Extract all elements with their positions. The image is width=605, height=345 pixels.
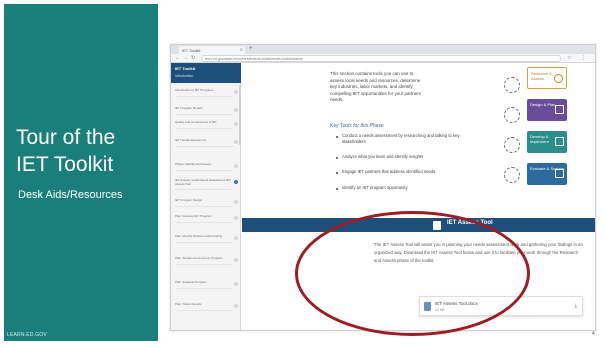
- bullet-item: Conduct a needs assessment by researchin…: [342, 133, 460, 144]
- status-dot-icon: [234, 108, 238, 112]
- flow-connector-icon: [504, 167, 520, 183]
- sidebar-item-active[interactable]: IET Assess: Local Needs Assessment IET A…: [175, 178, 238, 191]
- bullet-item: Engage IET partners that address identif…: [342, 169, 436, 174]
- flow-step-develop[interactable]: Develop & Implement: [527, 131, 567, 153]
- sidebar-item[interactable]: Plan: Share Results: [175, 302, 238, 311]
- back-icon[interactable]: ←: [175, 55, 180, 62]
- status-dot-icon: [234, 216, 238, 220]
- status-dot-icon: [234, 304, 238, 308]
- url-field[interactable]: lincs.ed.gov/state-resources/federal-ini…: [201, 55, 561, 62]
- browser-tab[interactable]: IET Toolkit ✕: [179, 46, 245, 54]
- slide-number: 4: [592, 331, 595, 337]
- sidebar-item[interactable]: IET Needs Assessment: [175, 138, 238, 147]
- sidebar-subtitle[interactable]: Introduction: [175, 74, 193, 78]
- toolkit-sidebar: IET Toolkit Introduction Introduction to…: [171, 63, 241, 330]
- sidebar-item[interactable]: IET Program Models: [175, 106, 238, 115]
- status-dot-icon: [234, 164, 238, 168]
- flow-step-design[interactable]: Design & Plan: [527, 99, 567, 121]
- sidebar-scrollbar[interactable]: [239, 85, 241, 145]
- bullet-icon: [336, 136, 338, 138]
- slide-title: Tour of the IET Toolkit: [16, 124, 156, 178]
- monitor-icon: [555, 137, 564, 146]
- status-dot-icon: [234, 200, 238, 204]
- status-dot-icon: [234, 140, 238, 144]
- sidebar-header: IET Toolkit Introduction: [171, 63, 241, 83]
- key-tools-heading: Key Tools for this Phase: [330, 123, 384, 129]
- bullet-icon: [336, 172, 338, 174]
- status-dot-icon: [234, 122, 238, 126]
- status-dot-icon: [234, 282, 238, 286]
- new-tab-icon[interactable]: +: [249, 46, 253, 53]
- flow-connector-icon: [504, 107, 520, 123]
- sidebar-item[interactable]: Plan: Sustain and Improve Program: [175, 256, 238, 265]
- slide-title-line-1: Tour of the: [16, 126, 116, 149]
- status-dot-icon: [234, 258, 238, 262]
- flow-step-evaluate[interactable]: Evaluate & Sustain: [527, 163, 567, 185]
- bullet-item: Analyze what you learn and identify insi…: [342, 154, 424, 159]
- sidebar-item[interactable]: Plan: Identify Partners and Funding: [175, 234, 238, 243]
- forward-icon[interactable]: →: [183, 55, 188, 62]
- active-dot-icon: [234, 180, 238, 184]
- sidebar-item[interactable]: IET Program Design: [175, 198, 238, 207]
- status-dot-icon: [234, 90, 238, 94]
- flow-connector-icon: [504, 77, 520, 93]
- bullet-icon: [336, 188, 338, 190]
- sidebar-item[interactable]: Quality and Components of IET: [175, 120, 238, 129]
- footer-text: LEARN.ED.GOV: [7, 332, 47, 338]
- slide-subtitle: Desk Aids/Resources: [18, 189, 123, 201]
- sidebar-item[interactable]: Plan: Evaluate Program: [175, 280, 238, 289]
- annotation-ellipse: [295, 211, 530, 336]
- presentation-slide: Tour of the IET Toolkit Desk Aids/Resour…: [0, 0, 605, 345]
- intro-paragraph: This section contains tools you can use …: [330, 71, 421, 103]
- close-tab-icon[interactable]: ✕: [240, 47, 243, 52]
- bullet-icon: [336, 157, 338, 159]
- chart-icon: [555, 169, 564, 178]
- sidebar-item[interactable]: Phase: Identify and Assess: [175, 162, 238, 171]
- slide-title-line-2: IET Toolkit: [16, 153, 114, 176]
- magnifier-icon: [554, 74, 563, 83]
- sidebar-title: IET Toolkit: [175, 66, 196, 71]
- document-icon: [555, 105, 564, 114]
- bullet-item: Identify an IET program opportunity: [342, 185, 408, 190]
- tab-bar: IET Toolkit ✕ +: [171, 45, 595, 54]
- flow-step-research[interactable]: Research & Assess: [527, 67, 567, 89]
- address-bar: ← → ↻ lincs.ed.gov/state-resources/feder…: [171, 54, 595, 63]
- reload-icon[interactable]: ↻: [191, 55, 195, 62]
- star-icon[interactable]: ☆: [567, 55, 571, 62]
- download-icon[interactable]: ⤓: [575, 303, 577, 309]
- sidebar-item[interactable]: Plan: Develop IET Program: [175, 214, 238, 223]
- sidebar-item[interactable]: Introduction to IET Programs: [175, 88, 238, 97]
- tab-title: IET Toolkit: [182, 48, 201, 53]
- status-dot-icon: [234, 236, 238, 240]
- menu-icon[interactable]: ⋮: [581, 55, 586, 62]
- flow-connector-icon: [504, 137, 520, 153]
